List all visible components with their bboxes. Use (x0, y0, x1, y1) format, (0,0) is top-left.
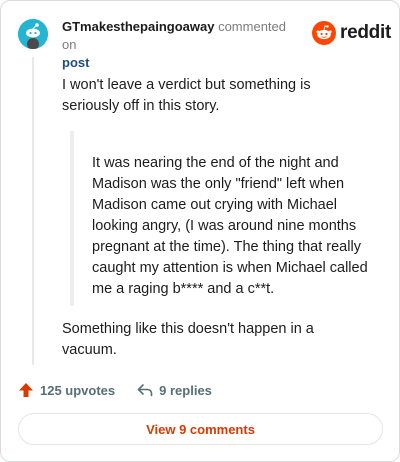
replies-count: 9 replies (159, 382, 212, 398)
reddit-logo[interactable]: reddit (312, 20, 391, 46)
comment-paragraph-intro: I won't leave a verdict but something is… (62, 77, 311, 114)
snoo-avatar-icon (18, 19, 48, 49)
post-link[interactable]: post (62, 54, 302, 72)
reply-arrow-icon (137, 384, 153, 397)
comment-footer: 125 upvotes 9 replies (18, 379, 212, 401)
comment-card: GTmakesthepaingoaway commented on post r… (0, 0, 400, 462)
upvote-button[interactable]: 125 upvotes (18, 382, 115, 398)
quote-text: It was nearing the end of the night and … (92, 155, 368, 297)
upvote-count: 125 upvotes (40, 382, 116, 398)
comment-header: GTmakesthepaingoaway commented on post (62, 18, 302, 72)
brand-wordmark: reddit (340, 22, 391, 43)
author-username[interactable]: GTmakesthepaingoaway (62, 19, 214, 34)
upvote-arrow-icon (19, 383, 33, 397)
replies-button[interactable]: 9 replies (137, 383, 212, 398)
reddit-icon (312, 21, 336, 45)
blockquote: It was nearing the end of the night and … (70, 131, 370, 306)
view-comments-button[interactable]: View 9 comments (18, 413, 383, 445)
comment-paragraph-closing: Something like this doesn't happen in a … (62, 321, 314, 358)
thread-line (32, 57, 34, 365)
avatar[interactable] (18, 19, 48, 49)
